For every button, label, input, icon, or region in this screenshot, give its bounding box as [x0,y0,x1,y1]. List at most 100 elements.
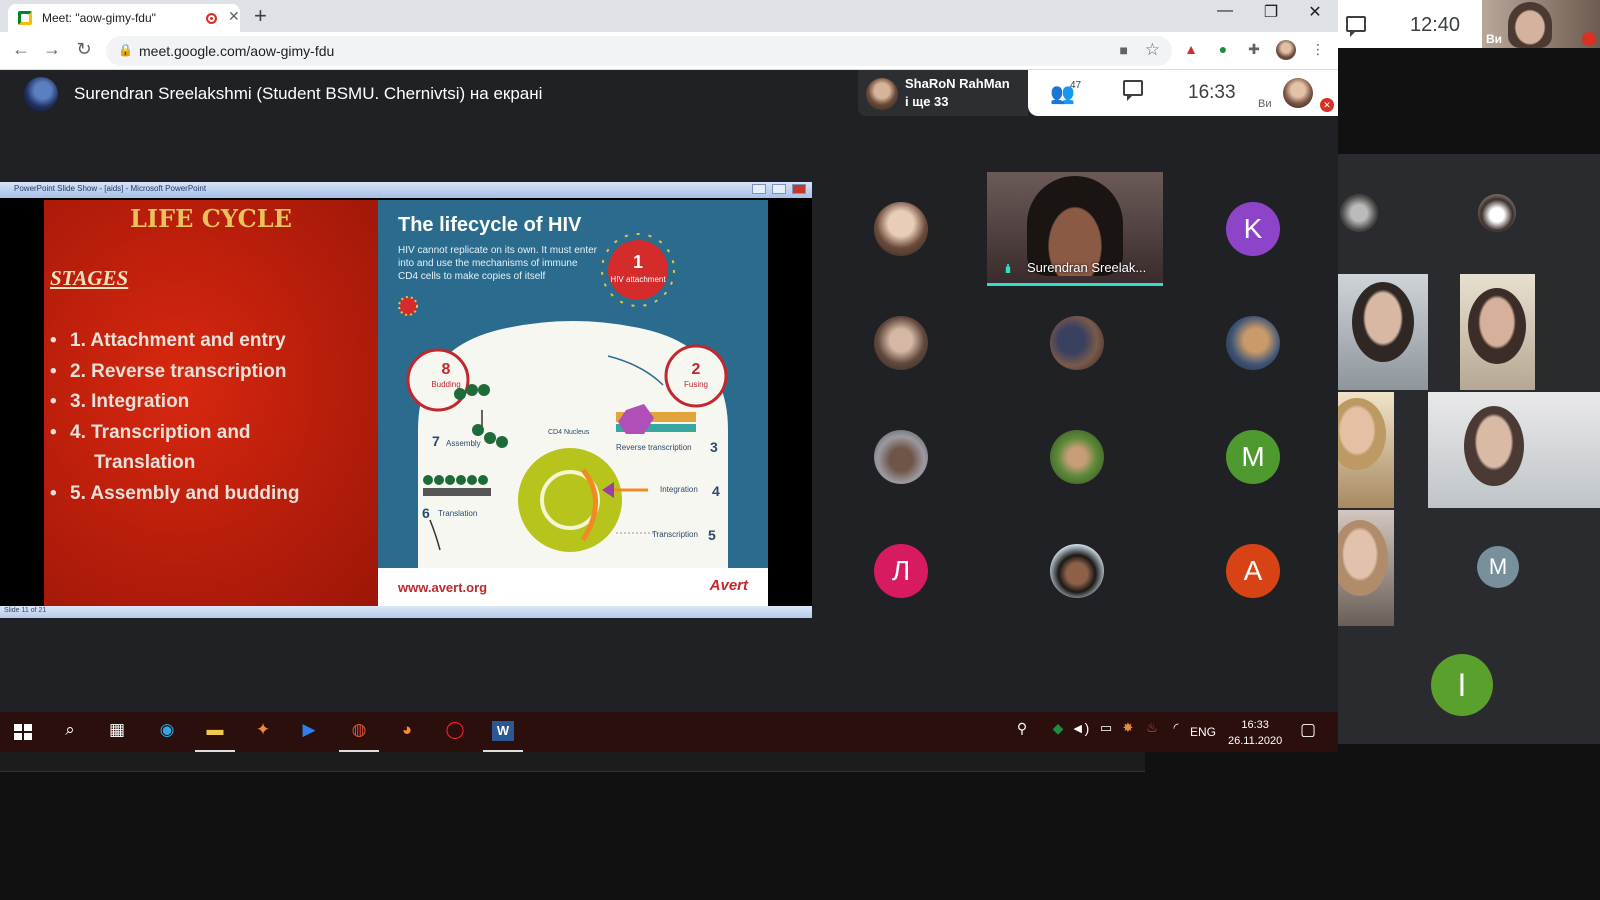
ppt-window-title: PowerPoint Slide Show - [aids] - Microso… [14,184,207,193]
browser-menu-icon[interactable]: ⋮ [1308,41,1328,61]
avatar[interactable]: M [1477,546,1519,588]
participant-video[interactable] [1338,510,1394,626]
avatar [874,430,928,484]
shield-extension-icon[interactable]: ● [1213,41,1233,61]
step-4-label: Integration [660,485,698,494]
presenter-avatar [24,77,58,111]
action-center-icon[interactable]: ▢ [1294,720,1322,744]
slide-right-panel: The lifecycle of HIV HIV cannot replicat… [378,200,768,606]
camera-icon[interactable]: ■ [1120,42,1128,58]
bookmark-star-icon[interactable]: ☆ [1145,40,1160,60]
lock-icon: 🔒 [118,43,133,57]
edge-icon[interactable]: ◉ [153,720,181,744]
participant-tile[interactable] [812,172,988,286]
list-item: 3. Integration [50,387,299,418]
avatar[interactable] [1340,194,1378,232]
people-tray-icon[interactable]: ⚲ [1008,720,1036,744]
shared-screen: PowerPoint Slide Show - [aids] - Microso… [0,182,812,618]
participant-tile[interactable] [988,400,1164,514]
taskbar-clock[interactable]: 16:33 26.11.2020 [1228,717,1282,749]
stages-heading: STAGES [50,266,129,290]
browser-tab[interactable]: Meet: "aow-gimy-fdu" ✕ [8,4,240,32]
task-view-icon[interactable]: ▦ [103,720,131,744]
participant-tile[interactable]: M [1164,400,1340,514]
mic-off-icon [1582,32,1596,46]
self-video [1508,2,1552,48]
step-1-number: 1 [633,252,643,272]
recording-icon [206,13,217,24]
participant-tile[interactable] [1164,286,1340,400]
forward-button[interactable]: → [41,39,63,60]
participant-tile[interactable] [988,286,1164,400]
tab-close-icon[interactable]: ✕ [228,8,240,25]
meet-page: Surendran Sreelakshmi (Student BSMU. Che… [0,70,1338,712]
participant-tile[interactable] [812,400,988,514]
chat-icon[interactable] [1123,80,1143,101]
start-button[interactable] [14,724,32,740]
browser-window: Meet: "aow-gimy-fdu" ✕ + — ❐ ✕ ← → ↻ 🔒 m… [0,0,1338,70]
meet-clock: 16:33 [1188,82,1236,103]
avatar [874,316,928,370]
opera-icon[interactable]: ◯ [441,720,469,744]
participant-video[interactable] [1428,392,1600,508]
search-icon[interactable]: ⌕ [56,720,84,744]
ppt-close-icon [792,184,806,194]
participant-tile[interactable]: K [1164,172,1340,286]
app-icon[interactable]: ✦ [249,720,277,744]
avatar[interactable] [1478,194,1516,232]
wifi-icon[interactable]: ◜ [1162,720,1190,744]
outer-participant-grid: M I [1338,154,1600,744]
ppt-minimize-icon [752,184,766,194]
avatar [1226,316,1280,370]
self-avatar[interactable] [1283,78,1313,108]
outer-meet-top-bar: 12:40 Ви [1338,0,1600,48]
audio-level-icon: ılı [1005,262,1011,276]
address-bar[interactable]: 🔒 meet.google.com/aow-gimy-fdu ■ ☆ [106,36,1172,66]
minimize-button[interactable]: — [1202,2,1248,20]
participant-tile[interactable]: Л [812,514,988,628]
slide-footer: www.avert.org Avert [378,568,768,606]
profile-avatar[interactable] [1276,40,1296,60]
file-explorer-icon[interactable]: ▬ [195,720,235,752]
ppt-restore-icon [772,184,786,194]
you-label: Ви [1258,98,1272,110]
participant-tile[interactable] [812,286,988,400]
speaker-name: Surendran Sreelak... [1027,260,1147,275]
language-indicator[interactable]: ENG [1190,725,1216,739]
word-icon[interactable]: W [483,720,523,752]
avatar: A [1226,544,1280,598]
avatar[interactable]: I [1431,654,1493,716]
pinned-participant-chip[interactable]: ShaRoN RahMan і ще 33 [858,70,1028,116]
pdf-extension-icon[interactable]: ▲ [1181,41,1201,61]
step-5-number: 5 [708,527,716,543]
step-7-label: Assembly [446,439,481,448]
step-7-number: 7 [432,433,440,449]
windows-taskbar: ⌕ ▦ ◉ ▬ ✦ ▶ ◍ ◕ ◯ W ⚲ ◆ ◄) ▭ ✸ ♨ ◜ ENG 1… [0,712,1338,752]
reload-button[interactable]: ↻ [73,39,95,60]
hiv-lifecycle-diagram: 1 HIV attachment 2 Fusing 8 Budding 3 Re… [398,233,728,606]
participant-grid: ılı Surendran Sreelak... K M Л A [812,172,1338,628]
close-window-button[interactable]: ✕ [1292,2,1338,22]
volume-icon[interactable]: ◄) [1066,720,1094,744]
new-tab-button[interactable]: + [254,3,267,29]
participant-tile[interactable]: A [1164,514,1340,628]
outer-chat-icon[interactable] [1346,16,1366,37]
list-item: 4. Transcription andTranslation [50,418,299,479]
extensions-puzzle-icon[interactable]: ✚ [1244,41,1264,61]
presenter-status: Surendran Sreelakshmi (Student BSMU. Che… [74,84,543,103]
chrome-icon[interactable]: ◍ [339,720,379,752]
step-3-label: Reverse transcription [616,443,692,452]
ppt-title-bar: PowerPoint Slide Show - [aids] - Microso… [0,182,812,198]
back-button[interactable]: ← [10,39,32,60]
active-speaker-tile[interactable]: ılı Surendran Sreelak... [987,172,1163,286]
pinned-more: і ще 33 [905,94,949,109]
step-6-number: 6 [422,505,430,521]
participant-video[interactable] [1338,392,1394,508]
self-view[interactable]: Ви [1482,0,1600,48]
participant-video[interactable] [1460,274,1535,390]
firefox-icon[interactable]: ◕ [393,720,421,744]
restore-button[interactable]: ❐ [1248,2,1294,22]
play-icon[interactable]: ▶ [295,720,323,744]
participant-tile[interactable] [988,514,1164,628]
participant-video[interactable] [1338,274,1428,390]
